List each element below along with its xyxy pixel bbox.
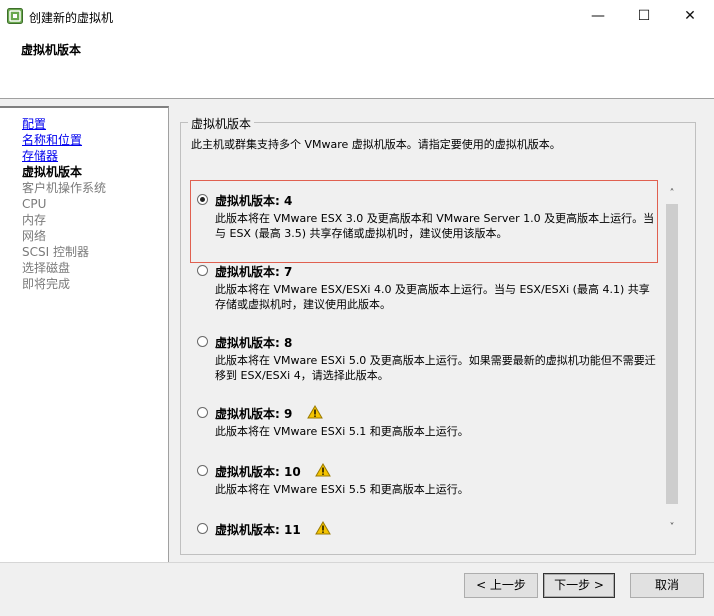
option-label: 虚拟机版本: 7 xyxy=(215,265,293,279)
option-description: 此版本将在 VMware ESXi 5.1 和更高版本上运行。 xyxy=(215,425,469,438)
warning-icon xyxy=(315,521,331,535)
scrollbar-thumb[interactable] xyxy=(666,204,678,504)
back-button[interactable]: < 上一步 xyxy=(464,573,538,598)
scrollbar-track[interactable] xyxy=(666,201,678,521)
minimize-button[interactable]: — xyxy=(575,0,621,32)
nav-item-storage[interactable]: 存储器 xyxy=(22,149,58,164)
wizard-step-nav: 配置 名称和位置 存储器 虚拟机版本 客户机操作系统 CPU 内存 网络 SCS… xyxy=(0,106,169,571)
option-label: 虚拟机版本: 10 xyxy=(215,465,301,479)
nav-item-scsi-controller: SCSI 控制器 xyxy=(22,245,89,259)
maximize-button[interactable]: ☐ xyxy=(621,0,667,32)
nav-item-name-location[interactable]: 名称和位置 xyxy=(22,133,82,148)
wizard-footer: < 上一步 下一步 > 取消 xyxy=(0,562,714,616)
scroll-down-arrow-icon[interactable]: ˅ xyxy=(665,521,679,535)
radio-version-9[interactable] xyxy=(197,407,208,418)
nav-item-guest-os: 客户机操作系统 xyxy=(22,181,107,195)
nav-item-memory: 内存 xyxy=(22,213,47,227)
nav-item-config[interactable]: 配置 xyxy=(22,117,46,132)
window-title: 创建新的虚拟机 xyxy=(29,11,114,25)
option-label: 虚拟机版本: 4 xyxy=(215,194,293,208)
close-button[interactable]: ✕ xyxy=(667,0,713,32)
nav-item-cpu: CPU xyxy=(22,197,47,211)
title-bar: 创建新的虚拟机 — ☐ ✕ xyxy=(0,0,714,32)
option-description: 此版本将在 VMware ESX 3.0 及更高版本和 VMware Serve… xyxy=(215,212,655,240)
option-label: 虚拟机版本: 9 xyxy=(215,407,293,421)
radio-version-4[interactable] xyxy=(197,194,208,205)
radio-version-7[interactable] xyxy=(197,265,208,276)
option-description: 此版本将在 VMware ESXi 5.5 和更高版本上运行。 xyxy=(215,483,469,496)
option-list-scrollbar[interactable]: ˄ ˅ xyxy=(665,187,679,537)
option-label: 虚拟机版本: 11 xyxy=(215,523,301,537)
warning-icon xyxy=(307,405,323,419)
warning-icon xyxy=(315,463,331,477)
option-description: 此版本将在 VMware ESX/ESXi 4.0 及更高版本上运行。当与 ES… xyxy=(215,283,650,311)
cancel-button[interactable]: 取消 xyxy=(630,573,704,598)
radio-version-8[interactable] xyxy=(197,336,208,347)
radio-version-11[interactable] xyxy=(197,523,208,534)
version-option-list: 虚拟机版本: 4 此版本将在 VMware ESX 3.0 及更高版本和 VMw… xyxy=(185,80,665,537)
radio-version-10[interactable] xyxy=(197,465,208,476)
scroll-up-arrow-icon[interactable]: ˄ xyxy=(665,187,679,201)
option-description: 此版本将在 VMware ESXi 5.0 及更高版本上运行。如果需要最新的虚拟… xyxy=(215,354,656,382)
page-title: 虚拟机版本 xyxy=(21,43,82,57)
nav-item-vm-version: 虚拟机版本 xyxy=(22,165,83,179)
nav-item-select-disk: 选择磁盘 xyxy=(22,261,71,275)
vsphere-app-icon xyxy=(7,8,23,24)
option-label: 虚拟机版本: 8 xyxy=(215,336,293,350)
nav-item-ready: 即将完成 xyxy=(22,277,71,291)
nav-item-network: 网络 xyxy=(22,229,47,243)
next-button[interactable]: 下一步 > xyxy=(543,573,615,598)
